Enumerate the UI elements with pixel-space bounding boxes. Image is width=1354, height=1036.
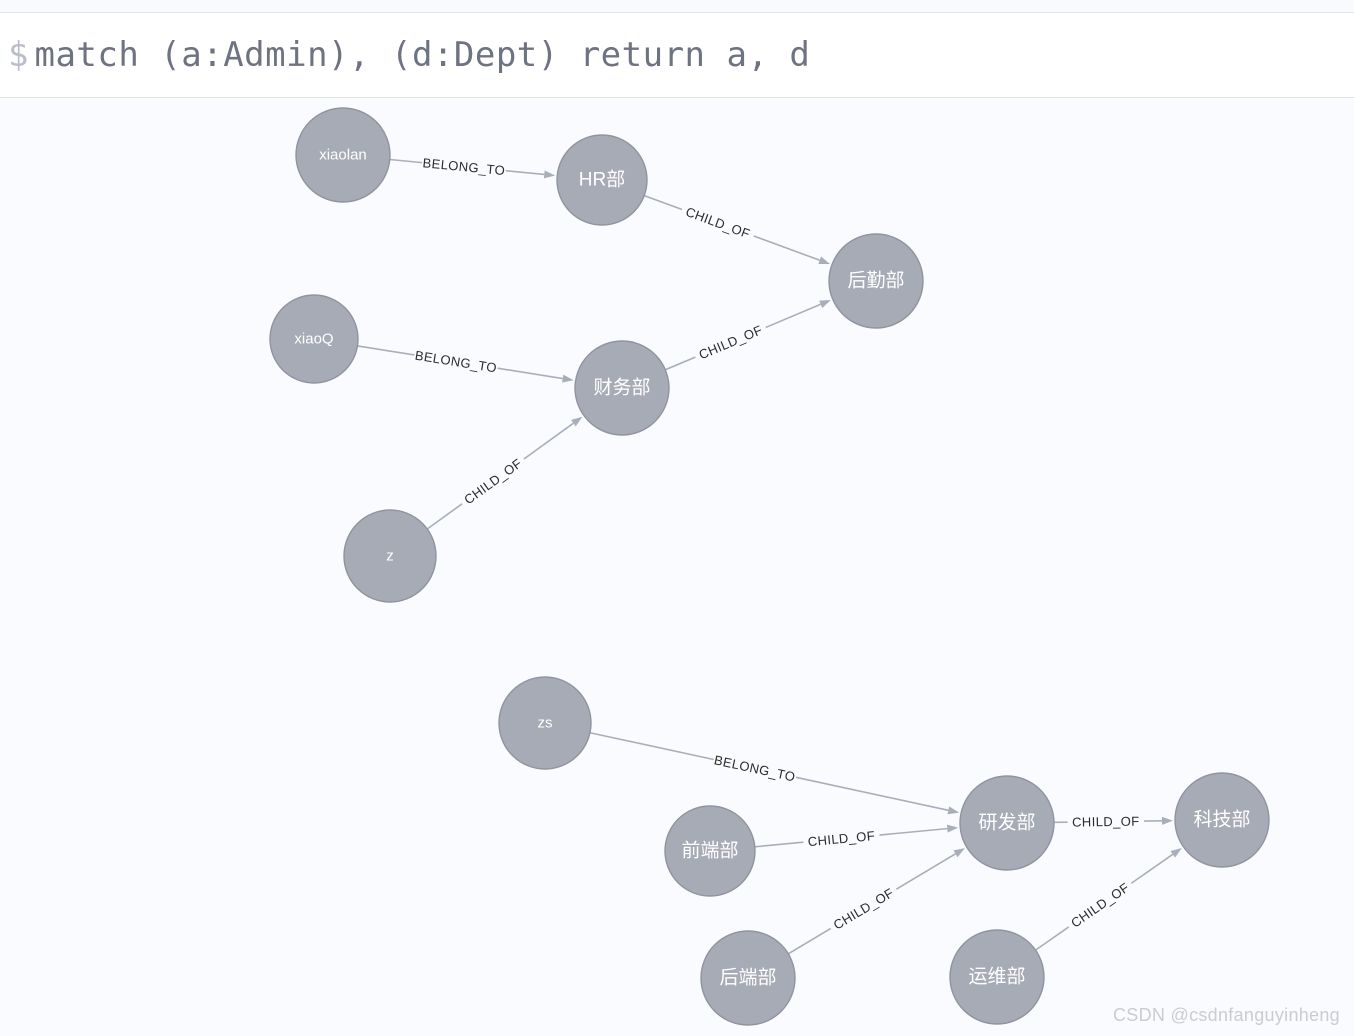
graph-node[interactable]: HR部 [556,134,648,226]
graph-edge[interactable]: BELONG_TO [357,345,574,383]
graph-node[interactable]: 科技部 [1174,772,1270,868]
edge-arrowhead-icon [543,170,556,179]
edge-label: CHILD_OF [831,885,897,933]
edge-line [895,853,956,890]
edge-line [795,776,949,812]
graph-result-page: $ match (a:Admin), (d:Dept) return a, d … [0,0,1354,1036]
edge-label: CHILD_OF [1072,814,1140,830]
edge-arrowhead-icon [818,256,831,265]
graph-edge[interactable]: BELONG_TO [389,155,556,179]
watermark: CSDN @csdnfanguyinheng [1113,1005,1340,1025]
edge-arrowhead-icon [947,806,960,815]
edge-label: BELONG_TO [713,752,797,784]
graph-edge[interactable]: CHILD_OF [787,848,965,955]
edge-line [357,345,415,356]
graph-node[interactable]: 运维部 [949,929,1045,1025]
node-label: xiaolan [319,147,367,164]
graph-node[interactable]: xiaolan [295,107,391,203]
edge-line [505,169,545,176]
edge-line [765,303,822,329]
graph-node[interactable]: 后端部 [700,930,796,1026]
edge-label: CHILD_OF [807,828,876,849]
edge-line [879,827,948,836]
graph-edge[interactable]: CHILD_OF [754,824,959,850]
edge-arrowhead-icon [819,300,831,308]
edge-line [389,158,423,164]
edge-line [754,841,804,848]
graph-canvas[interactable]: BELONG_TO CHILD_OF BELONG_TO CHILD_OF CHILD_… [0,98,1354,1036]
graph-edge[interactable]: CHILD_OF [1035,848,1182,951]
edge-label: CHILD_OF [461,456,524,508]
graph-visualization[interactable]: BELONG_TO CHILD_OF BELONG_TO CHILD_OF CHILD_… [0,98,1354,1036]
edge-line [497,367,563,380]
graph-node[interactable]: z [343,509,437,603]
graph-node[interactable]: xiaoQ [269,294,359,384]
query-bar[interactable]: $ match (a:Admin), (d:Dept) return a, d [0,12,1354,98]
edge-label: CHILD_OF [684,204,753,241]
graph-node[interactable]: 前端部 [664,805,756,897]
graph-node[interactable]: zs [498,676,592,770]
graph-edge[interactable]: CHILD_OF [1053,814,1174,830]
edge-line [753,235,820,261]
graph-edge[interactable]: CHILD_OF [665,300,831,371]
edge-arrowhead-icon [571,416,583,427]
edge-arrowhead-icon [953,848,965,858]
edge-line [1035,926,1070,951]
edge-arrowhead-icon [1161,816,1174,825]
edge-line [426,503,463,530]
node-label: 后端部 [719,967,776,989]
edge-arrowhead-icon [1170,848,1182,858]
graph-edge[interactable]: BELONG_TO [589,731,960,815]
query-input[interactable]: match (a:Admin), (d:Dept) return a, d [34,35,810,75]
node-label: 运维部 [968,966,1025,988]
node-label: 前端部 [681,840,738,862]
edge-layer: BELONG_TO CHILD_OF BELONG_TO CHILD_OF CHILD_… [357,155,1182,955]
edge-line [787,927,832,955]
edge-label: BELONG_TO [414,348,498,376]
node-label: 科技部 [1193,809,1250,831]
edge-line [1130,853,1174,884]
node-label: 研发部 [978,812,1035,834]
graph-edge[interactable]: CHILD_OF [643,194,831,265]
graph-edge[interactable]: CHILD_OF [426,416,583,530]
node-label: HR部 [579,169,625,191]
top-strip [0,0,1354,12]
edge-arrowhead-icon [562,374,574,383]
edge-line [643,194,683,211]
node-label: 后勤部 [847,270,904,292]
prompt-icon: $ [8,35,29,75]
graph-node[interactable]: 后勤部 [828,233,924,329]
edge-line [523,422,574,460]
node-label: xiaoQ [294,331,333,348]
graph-node[interactable]: 研发部 [959,775,1055,871]
edge-arrowhead-icon [946,824,959,833]
graph-node[interactable]: 财务部 [574,340,670,436]
node-label: z [386,548,394,565]
edge-label: CHILD_OF [1068,880,1132,931]
edge-label: CHILD_OF [697,322,765,362]
node-label: 财务部 [593,377,650,399]
node-label: zs [538,715,553,732]
edge-line [589,731,714,761]
edge-label: BELONG_TO [422,155,506,178]
edge-line [665,356,696,371]
